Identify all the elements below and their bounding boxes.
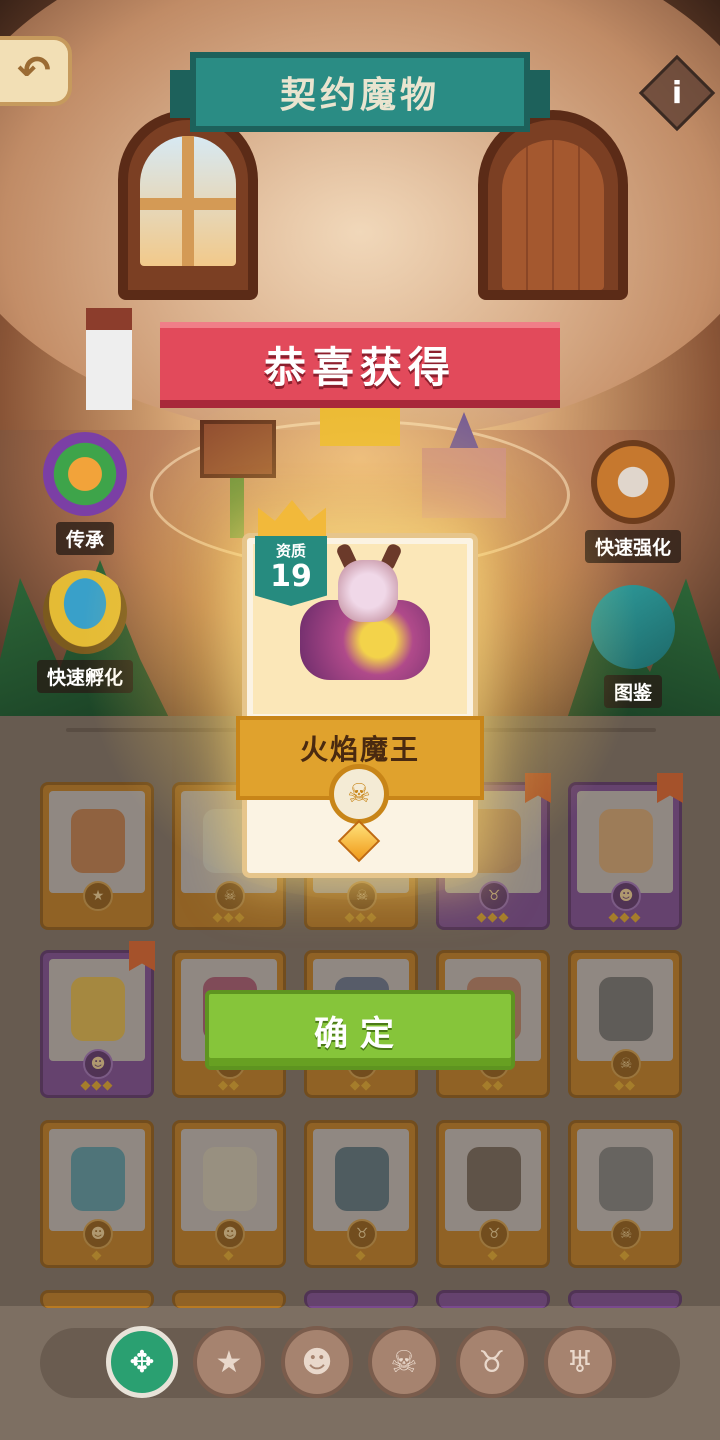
congrats-ribbon: 恭喜获得 bbox=[160, 322, 560, 408]
flame-demon-king-art bbox=[300, 542, 440, 690]
quality-label: 资质 bbox=[275, 542, 306, 560]
filter-egg-button[interactable]: ★ bbox=[193, 1326, 265, 1398]
back-button[interactable]: ↶ bbox=[0, 36, 72, 106]
back-arrow-icon: ↶ bbox=[17, 48, 51, 94]
demon-head-icon: ♅ bbox=[566, 1344, 594, 1380]
demon-face-icon: ☠ bbox=[329, 764, 389, 824]
congrats-text: 恭喜获得 bbox=[263, 342, 456, 392]
reward-name: 火焰魔王 bbox=[299, 733, 420, 766]
info-icon: i bbox=[671, 75, 683, 111]
skull-icon: ☠ bbox=[390, 1344, 418, 1380]
filter-skull-button[interactable]: ☠ bbox=[368, 1326, 440, 1398]
all-icon: ✥ bbox=[129, 1344, 155, 1380]
ram-head-icon: ♉ bbox=[478, 1344, 506, 1380]
filter-all-button[interactable]: ✥ bbox=[106, 1326, 178, 1398]
monster-face-icon: ☻ bbox=[301, 1344, 333, 1380]
arched-door bbox=[478, 110, 628, 300]
egg-star-icon: ★ bbox=[215, 1344, 243, 1380]
filter-ram-button[interactable]: ♉ bbox=[456, 1326, 528, 1398]
skeleton-creature bbox=[86, 330, 132, 410]
confirm-button[interactable]: 确定 bbox=[205, 990, 515, 1070]
page-title: 契约魔物 bbox=[279, 75, 440, 116]
arched-window bbox=[118, 110, 258, 300]
filter-demon-button[interactable]: ♅ bbox=[544, 1326, 616, 1398]
filter-monster-button[interactable]: ☻ bbox=[281, 1326, 353, 1398]
confirm-label: 确定 bbox=[314, 1013, 406, 1054]
title-banner: 契约魔物 bbox=[170, 52, 550, 132]
